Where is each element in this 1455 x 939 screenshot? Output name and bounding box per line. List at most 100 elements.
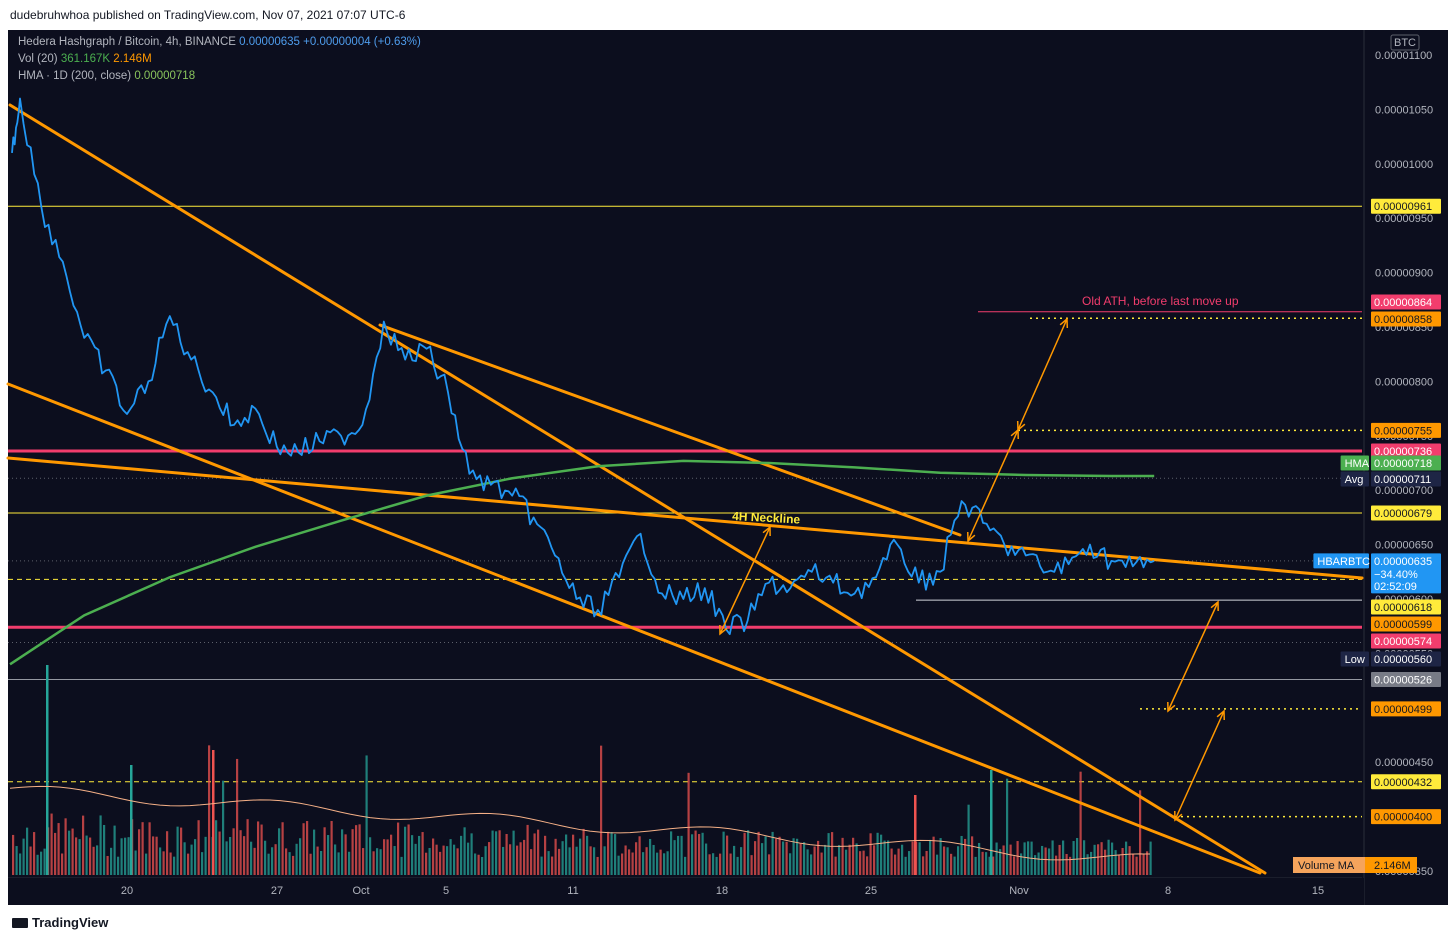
price-tag: 0.00000574: [1371, 633, 1441, 649]
arrow-down-2: [1174, 710, 1225, 821]
volume-bar: [453, 844, 456, 875]
x-axis-bg: [8, 878, 1364, 905]
volume-bar: [778, 836, 781, 875]
volume-bar: [1023, 842, 1026, 875]
volume-bar: [656, 852, 659, 875]
volume-bar: [225, 841, 228, 875]
currency-label: BTC: [1394, 37, 1416, 49]
volume-bar: [348, 851, 351, 875]
tradingview-brand: TradingView: [32, 915, 109, 930]
x-tick-label: 25: [865, 885, 877, 897]
volume-bar: [239, 830, 242, 875]
volume-bar: [190, 844, 193, 875]
price-line: [11, 97, 1155, 636]
legend-vol-label: Vol (20): [18, 53, 58, 65]
volume-bar: [141, 822, 144, 875]
volume-bar: [733, 845, 736, 875]
hma-line: [9, 459, 1155, 666]
volume-bar: [1111, 842, 1114, 875]
volume-bar: [838, 845, 841, 875]
volume-bar: [505, 834, 508, 875]
volume-bar: [264, 840, 267, 875]
volume-bar: [691, 834, 694, 875]
volume-bar: [722, 831, 725, 875]
volume-bar: [61, 853, 64, 875]
volume-bar: [820, 852, 823, 875]
volume-bar: [803, 842, 806, 875]
volume-bar: [876, 832, 879, 875]
price-tag: 0.00000618: [1371, 599, 1441, 615]
volume-bar: [782, 841, 785, 875]
legend-hma-label: HMA · 1D (200, close): [18, 70, 132, 82]
volume-bar: [113, 825, 116, 875]
volume-bar: [544, 835, 547, 875]
volume-bar: [985, 852, 988, 875]
volume-bar: [470, 833, 473, 875]
volume-bar: [792, 838, 795, 875]
volume-bar: [446, 846, 449, 875]
legend-symbol-label: Hedera Hashgraph / Bitcoin, 4h, BINANCE: [18, 36, 236, 48]
volume-bar: [187, 853, 190, 875]
volume-bar: [764, 836, 767, 875]
volume-bar: [680, 835, 683, 875]
volume-bar: [75, 837, 78, 875]
volume-bar: [712, 853, 715, 875]
volume-bar: [925, 850, 928, 875]
volume-bar: [1048, 848, 1051, 875]
volume-bar: [495, 831, 498, 875]
price-chart[interactable]: 4H NecklineOld ATH, before last move up …: [0, 0, 1455, 905]
volume-bar: [1083, 840, 1086, 875]
volume-bar: [617, 855, 620, 875]
volume-bar: [533, 833, 536, 875]
price-tag-value: 0.00000526: [1374, 675, 1432, 687]
volume-bar: [393, 846, 396, 875]
volume-bar: [180, 827, 183, 875]
x-tick-label: 5: [443, 885, 449, 897]
volume-bar: [278, 828, 281, 875]
volume-bar: [880, 834, 883, 875]
price-series: [11, 97, 1155, 636]
volume-bar: [771, 831, 774, 875]
price-tag-value: 0.00000499: [1374, 704, 1432, 716]
volume-bar: [824, 844, 827, 875]
volume-bar: [369, 837, 372, 875]
trendline-3: [378, 323, 962, 537]
volume-bar: [1149, 841, 1152, 875]
tradingview-logo[interactable]: TradingView: [12, 915, 108, 930]
volume-bar: [397, 822, 400, 875]
volume-bar: [309, 853, 312, 875]
volume-bar: [789, 853, 792, 875]
volume-spike-bar: [914, 795, 917, 875]
volume-bar: [540, 856, 543, 875]
volume-bar: [232, 828, 235, 875]
volume-spike-bar: [212, 750, 215, 875]
volume-bar: [827, 833, 830, 875]
volume-bar: [460, 835, 463, 875]
legend-vol-row[interactable]: Vol (20) 361.167K 2.146M: [18, 51, 421, 68]
volume-bar: [901, 844, 904, 875]
price-tag-value: 0.00000560: [1374, 654, 1432, 666]
volume-bar: [246, 819, 249, 875]
volume-bar: [754, 841, 757, 875]
volume-bar: [1009, 844, 1012, 875]
volume-bar: [785, 841, 788, 875]
volume-bar: [250, 841, 253, 875]
volume-bar: [645, 847, 648, 875]
volume-bar: [852, 837, 855, 875]
x-tick-label: Oct: [352, 885, 369, 897]
volume-bar: [628, 849, 631, 875]
legend-symbol-row[interactable]: Hedera Hashgraph / Bitcoin, 4h, BINANCE …: [18, 34, 421, 51]
volume-bar: [253, 847, 256, 875]
volume-ma-badge: Volume MA 2.146M: [1293, 857, 1417, 873]
volume-bar: [267, 853, 270, 875]
price-tag-value: 0.00000961: [1374, 201, 1432, 213]
price-tag: 0.00000858: [1371, 311, 1441, 327]
volume-bar: [117, 856, 120, 875]
volume-bar: [995, 842, 998, 875]
legend-hma-row[interactable]: HMA · 1D (200, close) 0.00000718: [18, 68, 421, 85]
volume-bar: [1062, 840, 1065, 875]
volume-bar: [103, 824, 106, 875]
volume-bar: [684, 856, 687, 875]
y-tick-label: 0.00000950: [1375, 213, 1433, 225]
volume-bar: [1044, 847, 1047, 875]
